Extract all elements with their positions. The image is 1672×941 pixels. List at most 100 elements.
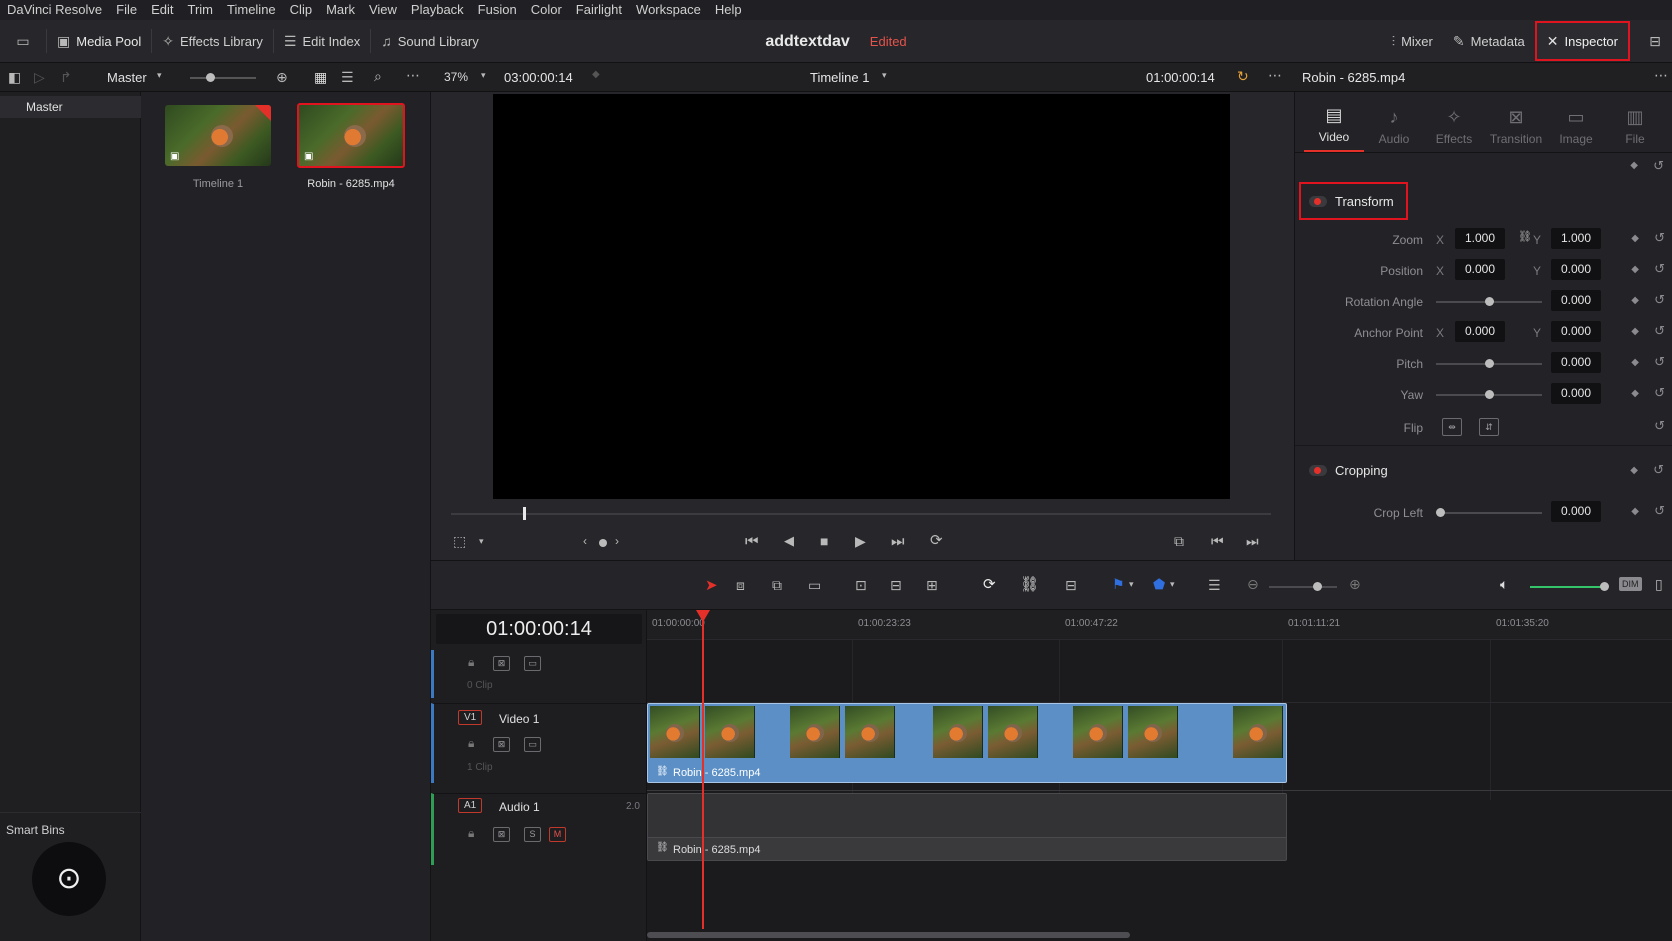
track-enable-icon[interactable]: ▭ — [524, 656, 541, 671]
smart-bins-header[interactable]: Smart Bins — [0, 812, 141, 837]
effects-library-button[interactable]: ✧ Effects Library — [152, 20, 273, 63]
chevron-down-icon[interactable]: ▾ — [157, 71, 162, 80]
crop-left-input[interactable]: 0.000 — [1551, 501, 1601, 522]
metadata-view-icon[interactable]: ⊕ — [276, 70, 288, 84]
sync-icon[interactable]: ↻ — [1237, 69, 1249, 83]
tab-transition[interactable]: ⊠ Transition — [1486, 92, 1546, 152]
anchor-x-input[interactable]: 0.000 — [1455, 321, 1505, 342]
slider-knob[interactable] — [206, 73, 215, 82]
audio-track-name[interactable]: Audio 1 — [499, 800, 540, 814]
flip-vertical-icon[interactable]: ⇵ — [1479, 418, 1499, 436]
anchor-y-input[interactable]: 0.000 — [1551, 321, 1601, 342]
selection-arrow-icon[interactable]: ➤ — [705, 578, 718, 593]
link-icon[interactable]: ⛓ — [1518, 232, 1532, 243]
replace-clip-icon[interactable]: ⊞ — [926, 578, 938, 592]
menu-playback[interactable]: Playback — [404, 0, 471, 20]
timeline-thumbnail[interactable]: ▣ — [165, 105, 271, 166]
slider-knob[interactable] — [1485, 390, 1494, 399]
inspector-button[interactable]: ✕ Inspector — [1534, 21, 1630, 61]
reset-icon[interactable]: ↺ — [1654, 323, 1665, 339]
menu-help[interactable]: Help — [708, 0, 749, 20]
grid-view-icon[interactable]: ▦ — [314, 70, 327, 84]
menu-timeline[interactable]: Timeline — [220, 0, 283, 20]
bin-name[interactable]: Master — [107, 70, 147, 85]
reset-icon[interactable]: ↺ — [1654, 354, 1665, 370]
snapping-icon[interactable]: ⟳ — [983, 577, 996, 592]
yaw-input[interactable]: 0.000 — [1551, 383, 1601, 404]
chevron-down-icon[interactable]: ▾ — [479, 537, 484, 546]
bin-master[interactable]: Master — [0, 96, 141, 118]
reset-icon[interactable]: ↺ — [1654, 503, 1665, 519]
match-frame-icon[interactable]: ⧉ — [1174, 534, 1184, 548]
reset-icon[interactable]: ↺ — [1654, 292, 1665, 308]
chevron-down-icon[interactable]: ▾ — [882, 71, 887, 80]
video-clip[interactable]: ⛓ Robin - 6285.mp4 — [647, 703, 1287, 783]
keyframe-diamond-icon[interactable]: ◆ — [1631, 506, 1639, 517]
zoom-in-icon[interactable]: ⊕ — [1349, 577, 1361, 591]
video-preview[interactable] — [493, 94, 1230, 499]
reset-icon[interactable]: ↺ — [1653, 462, 1664, 478]
timeline-scrollbar[interactable] — [647, 932, 1130, 938]
slider-knob[interactable] — [1600, 582, 1609, 591]
play-icon[interactable]: ▶ — [855, 534, 866, 548]
rotation-input[interactable]: 0.000 — [1551, 290, 1601, 311]
insert-clip-icon[interactable]: ⊡ — [855, 578, 867, 592]
prev-edit-icon[interactable]: ⏮ — [1211, 534, 1224, 548]
trim-tool-icon[interactable]: ⧈ — [736, 578, 745, 592]
transform-enable-toggle[interactable] — [1309, 195, 1327, 207]
mute-button[interactable]: M — [549, 827, 566, 842]
more-options-icon[interactable]: ⋯ — [1654, 68, 1668, 82]
reset-icon[interactable]: ↺ — [1654, 261, 1665, 277]
more-options-icon[interactable]: ⋯ — [406, 68, 420, 82]
chevron-down-icon[interactable]: ▾ — [1170, 580, 1175, 589]
stop-icon[interactable]: ■ — [820, 534, 828, 548]
menu-workspace[interactable]: Workspace — [629, 0, 708, 20]
audio-clip[interactable]: ⛓ Robin - 6285.mp4 — [647, 793, 1287, 861]
keyframe-diamond-icon[interactable]: ◆ — [1631, 326, 1639, 337]
slider-knob[interactable] — [1485, 359, 1494, 368]
menu-app[interactable]: DaVinci Resolve — [0, 0, 109, 20]
volume-slider[interactable] — [1530, 582, 1609, 591]
timeline-view-icon[interactable]: ☰ — [1208, 578, 1221, 592]
solo-button[interactable]: S — [524, 827, 541, 842]
menu-fairlight[interactable]: Fairlight — [569, 0, 629, 20]
zoom-out-icon[interactable]: ⊖ — [1247, 577, 1259, 591]
tab-effects[interactable]: ✧ Effects — [1424, 92, 1484, 152]
menu-edit[interactable]: Edit — [144, 0, 180, 20]
jog-dot[interactable] — [599, 539, 607, 547]
menu-fusion[interactable]: Fusion — [471, 0, 524, 20]
step-back-icon[interactable]: ◀ — [784, 534, 794, 547]
go-to-start-icon[interactable]: ⏮ — [745, 534, 759, 549]
lock-icon[interactable]: 🔒︎ — [468, 656, 474, 668]
menu-color[interactable]: Color — [524, 0, 569, 20]
blade-tool-icon[interactable]: ▭ — [808, 578, 821, 592]
dim-button[interactable]: DIM — [1619, 577, 1642, 591]
track-tag-a1[interactable]: A1 — [458, 798, 483, 813]
metadata-button[interactable]: ✎ Metadata — [1443, 20, 1535, 63]
yaw-slider[interactable] — [1436, 390, 1542, 399]
crop-tool-icon[interactable]: ⬚ — [453, 534, 466, 548]
slider-knob[interactable] — [1485, 297, 1494, 306]
list-view-icon[interactable]: ☰ — [341, 70, 354, 84]
auto-select-icon[interactable]: ⊠ — [493, 737, 510, 752]
menu-mark[interactable]: Mark — [319, 0, 362, 20]
crop-left-slider[interactable] — [1436, 508, 1542, 517]
sidebar-toggle-icon[interactable]: ◧ — [8, 70, 21, 84]
nav-forward-icon[interactable]: ↱ — [60, 70, 72, 84]
keyframe-diamond-icon[interactable]: ◆ — [1631, 388, 1639, 399]
thumbnail-size-slider[interactable] — [190, 73, 256, 82]
chevron-down-icon[interactable]: ▾ — [481, 71, 486, 80]
tab-file[interactable]: ▥ File — [1605, 92, 1665, 152]
edit-index-button[interactable]: ☰ Edit Index — [274, 20, 370, 63]
volume-icon[interactable]: 🔈︎ — [1500, 577, 1508, 591]
go-to-end-icon[interactable]: ⏭ — [891, 534, 905, 549]
scrubber-playhead[interactable] — [523, 507, 526, 520]
timeline-ruler[interactable]: 01:00:00:00 01:00:23:23 01:00:47:22 01:0… — [647, 610, 1672, 640]
loop-icon[interactable]: ⟳ — [930, 533, 943, 548]
fullscreen-button[interactable]: ⊟ — [1638, 20, 1672, 63]
mixer-button[interactable]: ⫶ Mixer — [1382, 20, 1443, 63]
tab-video[interactable]: ▤ Video — [1304, 92, 1364, 152]
position-y-input[interactable]: 0.000 — [1551, 259, 1601, 280]
lock-icon[interactable]: 🔒︎ — [468, 827, 474, 839]
media-pool-button[interactable]: ▣ Media Pool — [47, 20, 151, 63]
